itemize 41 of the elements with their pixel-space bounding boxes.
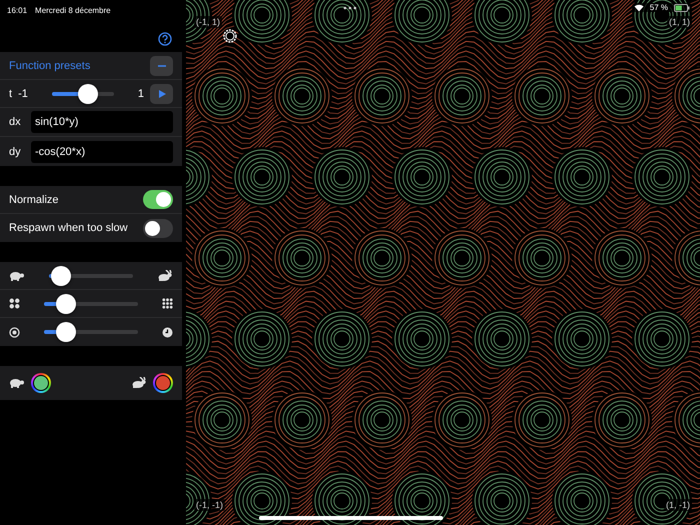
color-picker[interactable] xyxy=(31,373,51,393)
formula-field[interactable]: sin(10*y) xyxy=(31,111,173,133)
corner-label: (-1, -1) xyxy=(194,499,225,511)
play-button[interactable] xyxy=(150,84,173,104)
turtle-icon xyxy=(9,378,25,388)
status-time: 16:01 xyxy=(7,6,28,14)
target-icon xyxy=(9,326,20,338)
nine-dots-icon xyxy=(162,298,173,309)
t-label: t xyxy=(9,88,12,100)
toggle-label: Normalize xyxy=(9,194,60,206)
play-icon xyxy=(156,88,166,98)
rabbit-icon xyxy=(157,270,173,282)
more-icon[interactable] xyxy=(343,6,357,10)
presets-title[interactable]: Function presets xyxy=(9,60,144,72)
status-date: Mercredi 8 décembre xyxy=(35,6,111,14)
corner-label: (-1, 1) xyxy=(194,16,222,28)
collapse-button[interactable] xyxy=(150,56,173,76)
slider-thumb[interactable] xyxy=(56,322,76,342)
slider-thumb[interactable] xyxy=(56,294,76,314)
slider-thumb[interactable] xyxy=(50,266,71,286)
field-label: dx xyxy=(9,116,22,128)
field-label: dy xyxy=(9,146,22,158)
corner-label: (1, -1) xyxy=(664,499,692,511)
rabbit-icon xyxy=(131,377,147,389)
toggle-switch[interactable] xyxy=(143,218,173,238)
t-min-label: -1 xyxy=(18,88,28,100)
color-picker[interactable] xyxy=(153,373,173,393)
four-dots-icon xyxy=(9,298,20,309)
corner-label: (1, 1) xyxy=(666,16,692,28)
help-icon[interactable] xyxy=(158,32,172,46)
formula-field[interactable]: -cos(20*x) xyxy=(31,140,173,162)
gear-icon[interactable] xyxy=(222,28,238,44)
battery-icon xyxy=(674,4,690,12)
clock-icon xyxy=(162,326,173,338)
battery-percentage: 57 % xyxy=(648,3,670,12)
wifi-icon xyxy=(634,4,644,12)
toggle-label: Respawn when too slow xyxy=(9,222,129,234)
toggle-switch[interactable] xyxy=(143,190,173,209)
slider-thumb[interactable] xyxy=(78,84,98,104)
t-max-label: 1 xyxy=(138,88,144,100)
turtle-icon xyxy=(9,270,25,280)
